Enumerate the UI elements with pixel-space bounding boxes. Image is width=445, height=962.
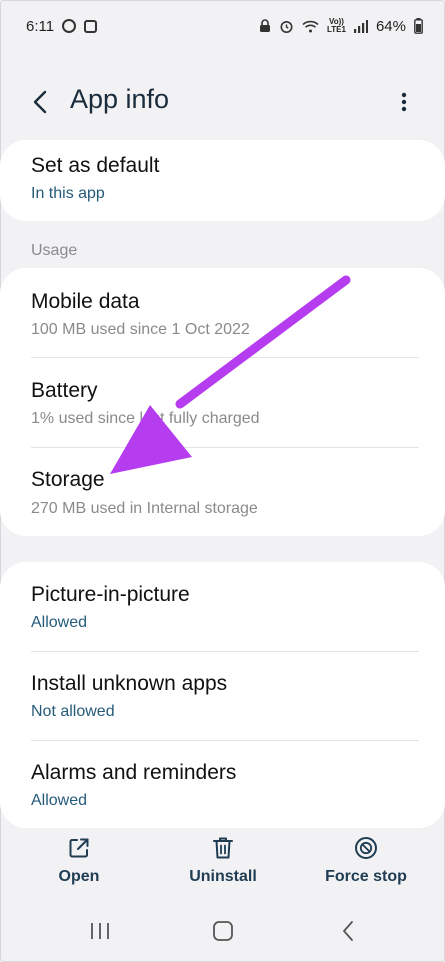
open-button[interactable]: Open	[48, 836, 110, 886]
force-stop-button[interactable]: Force stop	[318, 836, 414, 886]
alarm-icon	[279, 19, 294, 34]
uninstall-label: Uninstall	[189, 868, 257, 885]
nav-back-button[interactable]	[334, 916, 362, 946]
signal-icon	[353, 19, 368, 33]
more-options-button[interactable]	[394, 88, 414, 116]
back-button[interactable]	[28, 88, 52, 116]
item-subtitle: Allowed	[31, 792, 88, 809]
status-bar: 6:11 Vo)) LTE1 64%	[0, 0, 445, 52]
open-label: Open	[58, 868, 100, 885]
external-link-icon	[69, 838, 89, 858]
recent-apps-icon	[91, 923, 109, 939]
item-title: Battery	[31, 379, 98, 402]
battery-percentage: 64%	[375, 17, 406, 35]
wifi-icon	[302, 20, 319, 33]
battery-icon	[414, 18, 423, 34]
install-unknown-apps-item[interactable]: Install unknown apps Not allowed	[0, 652, 445, 740]
item-title: Picture-in-picture	[31, 583, 190, 606]
mobile-data-item[interactable]: Mobile data 100 MB used since 1 Oct 2022	[0, 268, 445, 357]
item-title: Install unknown apps	[31, 672, 228, 695]
status-time: 6:11	[26, 17, 55, 35]
item-title: Storage	[31, 468, 105, 491]
chevron-left-icon	[33, 90, 47, 114]
notification-app-icon	[84, 19, 98, 33]
item-subtitle: 1% used since last fully charged	[31, 410, 260, 427]
home-icon	[213, 921, 233, 941]
set-as-default-item[interactable]: Set as default In this app	[0, 140, 445, 221]
item-subtitle: In this app	[31, 185, 105, 202]
item-subtitle: 270 MB used in Internal storage	[31, 500, 258, 517]
force-stop-label: Force stop	[325, 868, 407, 885]
storage-item[interactable]: Storage 270 MB used in Internal storage	[0, 448, 445, 536]
item-title: Mobile data	[31, 290, 140, 313]
battery-item[interactable]: Battery 1% used since last fully charged	[0, 358, 445, 447]
recent-apps-button[interactable]	[86, 916, 114, 946]
volte-lte-icon: Vo)) LTE1	[327, 17, 346, 34]
section-label-usage: Usage	[31, 242, 78, 259]
item-title: Alarms and reminders	[31, 761, 237, 784]
page-title: App info	[70, 84, 170, 114]
item-subtitle: Allowed	[31, 614, 88, 631]
back-nav-icon	[343, 921, 353, 941]
item-subtitle: 100 MB used since 1 Oct 2022	[31, 321, 250, 338]
status-left: 6:11	[26, 17, 98, 35]
defaults-card: Set as default In this app	[0, 140, 445, 221]
uninstall-button[interactable]: Uninstall	[180, 836, 266, 886]
usage-card: Mobile data 100 MB used since 1 Oct 2022…	[0, 268, 445, 536]
lock-icon	[259, 19, 271, 33]
app-bar: App info	[0, 72, 445, 132]
alarms-and-reminders-item[interactable]: Alarms and reminders Allowed	[0, 741, 445, 828]
permissions-card: Picture-in-picture Allowed Install unkno…	[0, 562, 445, 828]
picture-in-picture-item[interactable]: Picture-in-picture Allowed	[0, 562, 445, 651]
stop-circle-icon	[355, 837, 377, 859]
whatsapp-icon	[62, 19, 77, 33]
home-button[interactable]	[209, 916, 237, 946]
more-vertical-icon	[401, 92, 407, 112]
trash-icon	[213, 837, 233, 859]
status-right: Vo)) LTE1 64%	[259, 18, 423, 35]
item-subtitle: Not allowed	[31, 703, 115, 720]
item-title: Set as default	[31, 154, 160, 177]
